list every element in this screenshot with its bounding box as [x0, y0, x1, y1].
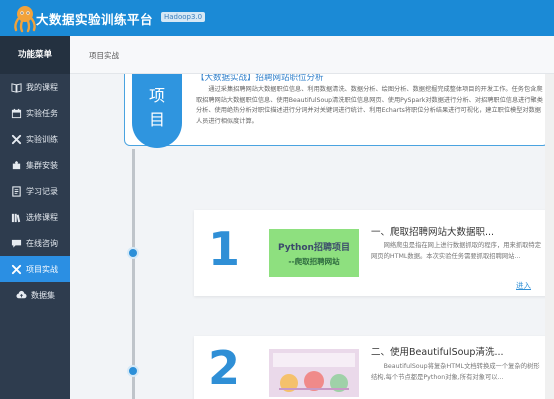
sidebar-item-label: 项目实战	[26, 264, 58, 274]
puzzle-icon	[11, 160, 22, 171]
sidebar: 功能菜单 我的课程 实验任务 实验训练 集群安装 学习记录 选修课程 在线咨询 …	[0, 36, 70, 399]
scrollbar[interactable]	[545, 74, 554, 399]
step-card: 1 Python招聘项目 --爬取招聘网站 一、爬取招聘网站大数据职... 网络…	[194, 210, 549, 296]
step-number: 2	[208, 341, 241, 395]
sidebar-item-label: 集群安装	[26, 160, 58, 170]
cloud-upload-icon	[16, 290, 27, 301]
step-description: 网络爬虫是指在网上进行数据抓取的程序，用来抓取特定网页的HTML数据。本次实验任…	[371, 242, 541, 260]
sidebar-heading: 功能菜单	[0, 36, 70, 74]
sidebar-item-elective-courses[interactable]: 选修课程	[0, 204, 70, 230]
thumbnail-title: Python招聘项目	[278, 242, 350, 253]
step-thumbnail: Python招聘项目 --爬取招聘网站	[269, 229, 359, 277]
project-tab-label-bottom: 目	[148, 110, 165, 129]
calendar-icon	[11, 108, 22, 119]
document-icon	[11, 185, 22, 197]
book-icon	[11, 82, 22, 93]
app-title: 大数据实验训练平台	[36, 12, 154, 27]
version-badge: Hadoop3.0	[161, 12, 206, 22]
sidebar-item-online-consult[interactable]: 在线咨询	[0, 230, 70, 256]
tools-icon	[11, 264, 22, 275]
sidebar-item-label: 学习记录	[26, 186, 58, 196]
breadcrumb-bar: 项目实战	[70, 36, 554, 74]
step-thumbnail	[269, 349, 359, 397]
project-tab-label-top: 项	[148, 86, 165, 105]
sidebar-item-lab-tasks[interactable]: 实验任务	[0, 100, 70, 126]
sidebar-item-project-practice[interactable]: 项目实战	[0, 256, 70, 282]
sidebar-item-my-courses[interactable]: 我的课程	[0, 74, 70, 100]
project-title-link[interactable]: 【大数据实战】招聘网站职位分析	[196, 74, 324, 83]
project-content: 项 目 【大数据实战】招聘网站职位分析 通过采集招聘网站大数据职位信息、利用数据…	[70, 74, 554, 399]
sidebar-item-label: 实验任务	[26, 108, 58, 118]
sidebar-item-label: 数据集	[31, 290, 55, 300]
step-title: 一、爬取招聘网站大数据职...	[371, 227, 495, 238]
breadcrumb: 项目实战	[89, 51, 119, 60]
chat-icon	[11, 238, 22, 249]
soup-illustration-icon	[269, 349, 359, 397]
project-description: 通过采集招聘网站大数据职位信息、利用数据清洗、数据分析、绘图分析、数据挖掘完成整…	[196, 86, 543, 125]
step-title: 二、使用BeautifulSoup清洗...	[371, 347, 504, 358]
sidebar-item-lab-training[interactable]: 实验训练	[0, 126, 70, 152]
step-card: 2 二、使用BeautifulSoup清洗... BeautifulSoup将复…	[194, 336, 549, 399]
timeline-node	[127, 365, 139, 377]
step-number: 1	[208, 222, 241, 276]
sidebar-item-label: 选修课程	[26, 212, 58, 222]
sidebar-item-datasets[interactable]: 数据集	[0, 282, 70, 308]
sidebar-item-label: 在线咨询	[26, 238, 58, 248]
project-tab-label: 项 目	[132, 74, 182, 148]
timeline-node	[127, 247, 139, 259]
step-description: BeautifulSoup将复杂HTML文档转换成一个复杂的树形结构,每个节点都…	[371, 363, 540, 381]
sidebar-item-study-records[interactable]: 学习记录	[0, 178, 70, 204]
books-icon	[11, 212, 22, 223]
tools-icon	[11, 134, 22, 145]
timeline-line	[132, 149, 135, 399]
sidebar-item-cluster-install[interactable]: 集群安装	[0, 152, 70, 178]
sidebar-item-label: 实验训练	[26, 134, 58, 144]
sidebar-item-label: 我的课程	[26, 82, 58, 92]
enter-link[interactable]: 进入	[516, 280, 531, 291]
app-header: 大数据实验训练平台 Hadoop3.0	[0, 0, 554, 36]
thumbnail-subtitle: --爬取招聘网站	[288, 256, 340, 266]
